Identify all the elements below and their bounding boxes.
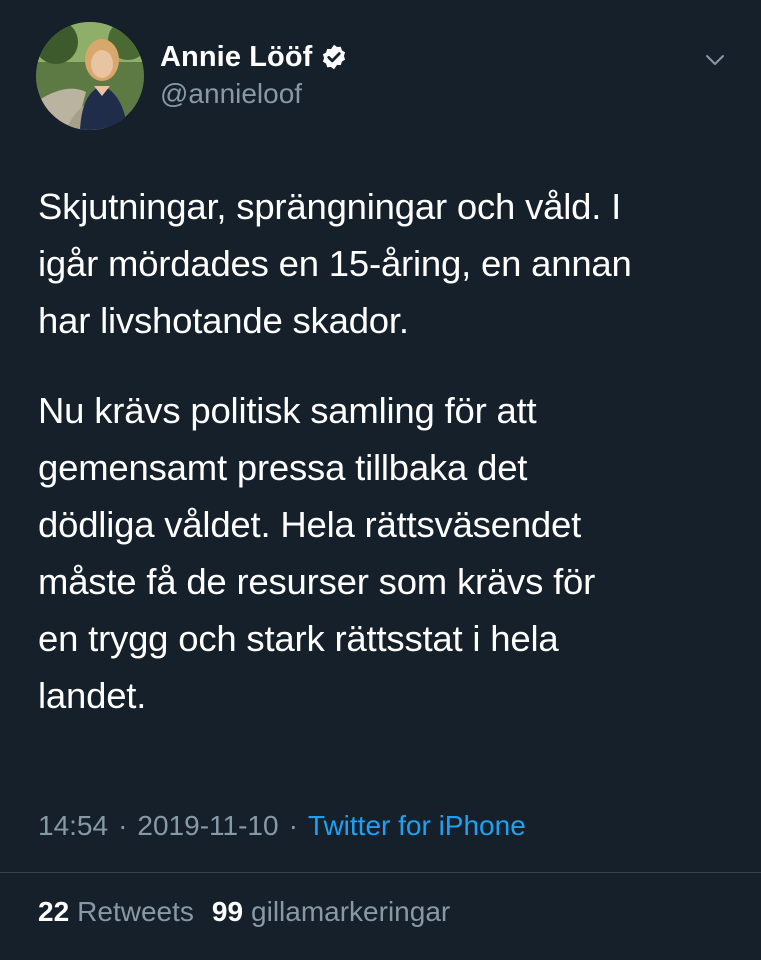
chevron-down-icon[interactable]: [702, 50, 728, 70]
retweets-count[interactable]: 22: [38, 896, 69, 928]
avatar-photo: [36, 22, 144, 130]
verified-badge-icon: [323, 44, 346, 70]
tweet-source-link[interactable]: Twitter for iPhone: [308, 810, 526, 842]
author-name-row[interactable]: Annie Lööf: [160, 38, 348, 76]
tweet-time[interactable]: 14:54: [38, 810, 108, 842]
likes-label[interactable]: gillamarkeringar: [251, 896, 450, 928]
retweets-label[interactable]: Retweets: [77, 896, 194, 928]
avatar[interactable]: [36, 22, 144, 130]
tweet-meta: 14:54 · 2019-11-10 · Twitter for iPhone: [38, 810, 526, 842]
tweet-stats: 22 Retweets 99 gillamarkeringar: [38, 896, 450, 928]
likes-count[interactable]: 99: [212, 896, 243, 928]
meta-separator: ·: [118, 810, 128, 841]
tweet-detail: Annie Lööf @annieloof Skjutningar, sprän…: [0, 0, 761, 960]
tweet-text-paragraph-1: Skjutningar, sprängningar och våld. I ig…: [38, 186, 632, 341]
tweet-text-paragraph-2: Nu krävs politisk samling för att gemens…: [38, 390, 596, 716]
author-display-name[interactable]: Annie Lööf: [160, 41, 312, 74]
divider: [0, 872, 761, 873]
meta-separator: ·: [288, 810, 298, 841]
tweet-date[interactable]: 2019-11-10: [137, 810, 278, 842]
author-handle[interactable]: @annieloof: [160, 78, 302, 110]
